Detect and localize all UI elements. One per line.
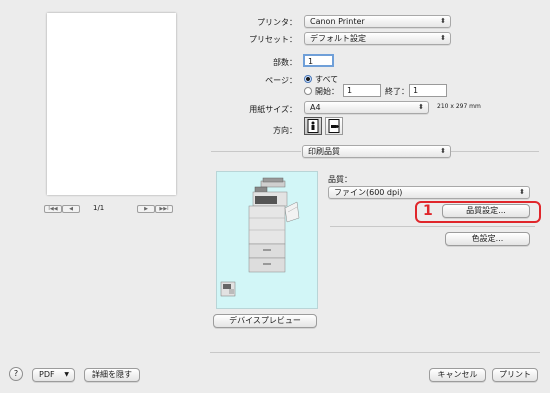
paper-size-popup[interactable]: A4 ⬍ [304, 101, 429, 114]
help-icon: ? [13, 369, 19, 378]
section-popup[interactable]: 印刷品質 ⬍ [302, 145, 451, 158]
device-preview-button[interactable]: デバイスプレビュー [213, 314, 317, 328]
quality-popup[interactable]: ファイン(600 dpi) ⬍ [328, 186, 530, 199]
portrait-icon [307, 119, 319, 133]
pages-label: ページ： [265, 76, 297, 85]
pages-to-label: 終了： [385, 87, 409, 96]
callout-number: 1 [423, 203, 433, 219]
updown-arrow-icon: ⬍ [440, 17, 446, 25]
quality-label: 品質： [328, 175, 352, 184]
preset-value: デフォルト設定 [310, 34, 366, 43]
pages-all-label: すべて [315, 75, 339, 84]
section-separator-right [451, 151, 539, 152]
updown-arrow-icon: ⬍ [440, 147, 446, 155]
updown-arrow-icon: ⬍ [440, 34, 446, 42]
printer-popup[interactable]: Canon Printer ⬍ [304, 15, 451, 28]
updown-arrow-icon: ⬍ [418, 103, 424, 111]
pages-range-radio[interactable] [304, 87, 312, 95]
print-button[interactable]: プリント [492, 368, 538, 382]
printer-label: プリンタ： [257, 18, 297, 27]
bottom-divider [210, 352, 540, 353]
next-page-button[interactable]: ▶ [137, 205, 155, 213]
paper-dimensions: 210 x 297 mm [437, 103, 481, 110]
last-page-button[interactable]: ▶▶I [155, 205, 173, 213]
quality-settings-button[interactable]: 品質設定... [442, 204, 530, 218]
pages-from-label: 開始： [315, 87, 339, 96]
pages-to-field[interactable]: 1 [409, 84, 447, 97]
page-indicator: 1/1 [93, 204, 105, 212]
section-separator-left [211, 151, 301, 152]
pdf-button-label: PDF [39, 370, 55, 379]
preset-popup[interactable]: デフォルト設定 ⬍ [304, 32, 451, 45]
device-preview-area [216, 171, 318, 309]
page-preview [47, 13, 176, 195]
pdf-menu-button[interactable]: PDF ▼ [32, 368, 75, 382]
section-popup-value: 印刷品質 [308, 147, 340, 156]
prev-page-button[interactable]: ◀ [62, 205, 80, 213]
preset-label: プリセット： [249, 35, 297, 44]
pages-from-field[interactable]: 1 [343, 84, 381, 97]
dropdown-arrow-icon: ▼ [64, 371, 69, 378]
quality-value: ファイン(600 dpi) [334, 188, 403, 197]
hide-details-button[interactable]: 詳細を隠す [84, 368, 140, 382]
quality-separator [330, 226, 535, 227]
cancel-button[interactable]: キャンセル [429, 368, 486, 382]
paper-size-value: A4 [310, 103, 321, 112]
help-button[interactable]: ? [9, 367, 23, 381]
updown-arrow-icon: ⬍ [519, 188, 525, 196]
copies-field[interactable]: 1 [303, 54, 334, 67]
pages-all-radio[interactable] [304, 75, 312, 83]
copies-label: 部数： [273, 58, 297, 67]
first-page-button[interactable]: I◀◀ [44, 205, 62, 213]
landscape-orientation-button[interactable] [325, 117, 343, 135]
printer-device-image [220, 177, 300, 297]
landscape-icon [328, 119, 340, 133]
portrait-orientation-button[interactable] [304, 117, 322, 135]
printer-value: Canon Printer [310, 17, 365, 26]
color-settings-button[interactable]: 色設定... [445, 232, 530, 246]
orientation-label: 方向： [273, 126, 297, 135]
paper-size-label: 用紙サイズ： [249, 105, 297, 114]
